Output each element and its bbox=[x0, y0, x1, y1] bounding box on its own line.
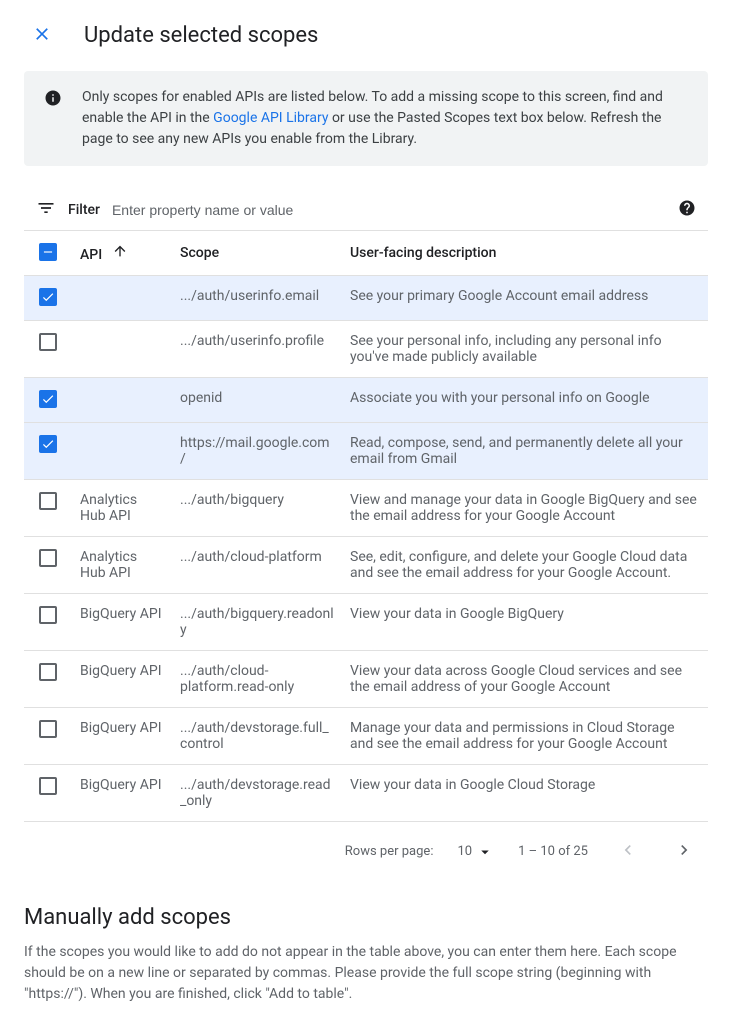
api-library-link[interactable]: Google API Library bbox=[213, 110, 328, 126]
description-cell: Associate you with your personal info on… bbox=[342, 378, 708, 423]
filter-input[interactable] bbox=[112, 202, 666, 218]
description-cell: View your data in Google Cloud Storage bbox=[342, 765, 708, 822]
description-cell: Read, compose, send, and permanently del… bbox=[342, 423, 708, 480]
row-checkbox[interactable] bbox=[39, 435, 57, 453]
scope-cell: .../auth/bigquery bbox=[172, 480, 342, 537]
row-checkbox[interactable] bbox=[39, 333, 57, 351]
info-icon bbox=[44, 89, 62, 150]
info-text: Only scopes for enabled APIs are listed … bbox=[82, 87, 688, 150]
row-checkbox[interactable] bbox=[39, 492, 57, 510]
close-button[interactable] bbox=[24, 16, 60, 55]
scope-cell: .../auth/userinfo.profile bbox=[172, 321, 342, 378]
row-checkbox[interactable] bbox=[39, 606, 57, 624]
description-cell: View your data across Google Cloud servi… bbox=[342, 651, 708, 708]
description-cell: See, edit, configure, and delete your Go… bbox=[342, 537, 708, 594]
table-row: Analytics Hub API.../auth/cloud-platform… bbox=[24, 537, 708, 594]
api-cell bbox=[72, 321, 172, 378]
description-cell: View your data in Google BigQuery bbox=[342, 594, 708, 651]
chevron-left-icon bbox=[618, 840, 638, 860]
info-banner: Only scopes for enabled APIs are listed … bbox=[24, 71, 708, 166]
scope-cell: .../auth/cloud-platform bbox=[172, 537, 342, 594]
dialog-header: Update selected scopes bbox=[0, 0, 732, 71]
filter-label: Filter bbox=[68, 202, 100, 218]
column-header-scope[interactable]: Scope bbox=[172, 231, 342, 276]
table-row: https://mail.google.com/Read, compose, s… bbox=[24, 423, 708, 480]
manual-scopes-section: Manually add scopes If the scopes you wo… bbox=[0, 881, 732, 1029]
help-icon[interactable] bbox=[678, 199, 696, 221]
api-cell: Analytics Hub API bbox=[72, 537, 172, 594]
chevron-right-icon bbox=[674, 840, 694, 860]
scope-cell: .../auth/devstorage.full_control bbox=[172, 708, 342, 765]
row-checkbox[interactable] bbox=[39, 288, 57, 306]
scope-cell: https://mail.google.com/ bbox=[172, 423, 342, 480]
table-row: BigQuery API.../auth/devstorage.read_onl… bbox=[24, 765, 708, 822]
description-cell: See your personal info, including any pe… bbox=[342, 321, 708, 378]
pagination-range: 1 – 10 of 25 bbox=[518, 844, 588, 859]
api-cell: Analytics Hub API bbox=[72, 480, 172, 537]
rows-per-page-select[interactable]: 10 bbox=[457, 843, 494, 861]
row-checkbox[interactable] bbox=[39, 390, 57, 408]
table-row: BigQuery API.../auth/cloud-platform.read… bbox=[24, 651, 708, 708]
previous-page-button[interactable] bbox=[612, 834, 644, 869]
manual-scopes-title: Manually add scopes bbox=[24, 905, 708, 930]
scope-cell: .../auth/cloud-platform.read-only bbox=[172, 651, 342, 708]
description-cell: Manage your data and permissions in Clou… bbox=[342, 708, 708, 765]
table-row: BigQuery API.../auth/bigquery.readonlyVi… bbox=[24, 594, 708, 651]
filter-bar: Filter bbox=[24, 190, 708, 231]
scope-cell: openid bbox=[172, 378, 342, 423]
dropdown-icon bbox=[476, 843, 494, 861]
close-icon bbox=[32, 24, 52, 44]
row-checkbox[interactable] bbox=[39, 663, 57, 681]
api-cell: BigQuery API bbox=[72, 594, 172, 651]
table-row: Analytics Hub API.../auth/bigqueryView a… bbox=[24, 480, 708, 537]
scope-cell: .../auth/devstorage.read_only bbox=[172, 765, 342, 822]
pagination: Rows per page: 10 1 – 10 of 25 bbox=[24, 822, 708, 881]
table-row: .../auth/userinfo.emailSee your primary … bbox=[24, 276, 708, 321]
select-all-checkbox[interactable] bbox=[39, 243, 57, 261]
scope-cell: .../auth/bigquery.readonly bbox=[172, 594, 342, 651]
column-header-description[interactable]: User-facing description bbox=[342, 231, 708, 276]
sort-ascending-icon bbox=[112, 247, 128, 263]
scopes-table: API Scope User-facing description .../au… bbox=[24, 231, 708, 822]
table-row: .../auth/userinfo.profileSee your person… bbox=[24, 321, 708, 378]
description-cell: See your primary Google Account email ad… bbox=[342, 276, 708, 321]
row-checkbox[interactable] bbox=[39, 777, 57, 795]
row-checkbox[interactable] bbox=[39, 720, 57, 738]
api-cell: BigQuery API bbox=[72, 651, 172, 708]
api-cell bbox=[72, 423, 172, 480]
api-cell bbox=[72, 378, 172, 423]
dialog-title: Update selected scopes bbox=[84, 23, 318, 48]
rows-per-page-label: Rows per page: bbox=[345, 844, 434, 859]
scope-cell: .../auth/userinfo.email bbox=[172, 276, 342, 321]
table-row: BigQuery API.../auth/devstorage.full_con… bbox=[24, 708, 708, 765]
next-page-button[interactable] bbox=[668, 834, 700, 869]
description-cell: View and manage your data in Google BigQ… bbox=[342, 480, 708, 537]
column-header-api[interactable]: API bbox=[72, 231, 172, 276]
table-row: openidAssociate you with your personal i… bbox=[24, 378, 708, 423]
row-checkbox[interactable] bbox=[39, 549, 57, 567]
api-cell: BigQuery API bbox=[72, 708, 172, 765]
api-cell bbox=[72, 276, 172, 321]
filter-icon bbox=[36, 198, 56, 222]
api-cell: BigQuery API bbox=[72, 765, 172, 822]
manual-scopes-description: If the scopes you would like to add do n… bbox=[24, 942, 708, 1005]
